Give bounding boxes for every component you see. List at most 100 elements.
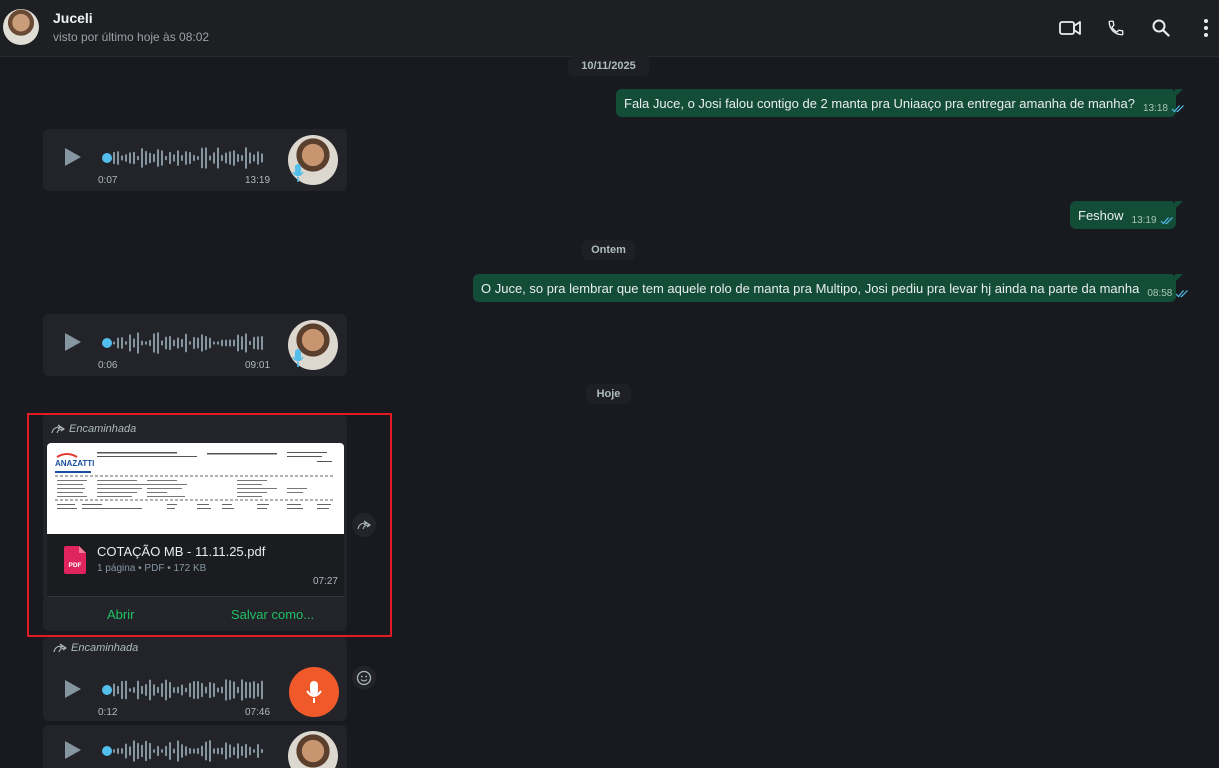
voice-message-button[interactable] — [289, 667, 339, 717]
waveform-bar — [121, 155, 123, 161]
play-icon[interactable] — [61, 739, 83, 761]
microphone-icon — [292, 164, 304, 182]
waveform-bar — [261, 336, 263, 350]
waveform-bar — [169, 741, 171, 761]
waveform-bar — [125, 680, 127, 700]
contact-avatar[interactable] — [3, 9, 39, 45]
waveform-bar — [129, 152, 131, 164]
waveform-bar — [213, 748, 215, 754]
play-icon[interactable] — [61, 146, 83, 168]
waveform-bar — [225, 742, 227, 760]
waveform-bar — [121, 680, 123, 700]
waveform-bar — [181, 154, 183, 162]
date-separator: Ontem — [582, 240, 635, 260]
audio-progress-handle[interactable] — [102, 338, 112, 348]
waveform-bar — [229, 744, 231, 758]
waveform[interactable] — [113, 739, 265, 763]
incoming-audio-message[interactable]: 0:06 09:01 — [43, 314, 347, 376]
search-icon[interactable] — [1149, 16, 1173, 40]
waveform-bar — [129, 688, 131, 692]
more-options-icon[interactable] — [1194, 16, 1218, 40]
waveform-bar — [189, 682, 191, 698]
waveform-bar — [257, 744, 259, 758]
waveform-bar — [145, 740, 147, 762]
waveform-bar — [201, 334, 203, 352]
waveform-bar — [145, 341, 147, 345]
waveform-bar — [117, 747, 119, 755]
waveform-bar — [141, 148, 143, 168]
waveform-bar — [205, 741, 207, 761]
waveform-bar — [213, 152, 215, 164]
waveform-bar — [129, 334, 131, 352]
message-time: 13:18 — [1142, 102, 1168, 114]
waveform-bar — [177, 337, 179, 349]
emoji-icon — [356, 670, 372, 686]
waveform-bar — [249, 682, 251, 698]
waveform-bar — [133, 338, 135, 348]
waveform-bar — [241, 679, 243, 701]
waveform-bar — [169, 151, 171, 165]
waveform-bar — [253, 336, 255, 350]
waveform-bar — [237, 686, 239, 694]
waveform-bar — [141, 744, 143, 758]
play-icon[interactable] — [61, 331, 83, 353]
date-separator: 10/11/2025 — [568, 56, 649, 76]
waveform-bar — [165, 745, 167, 757]
waveform-bar — [249, 340, 251, 346]
outgoing-message[interactable]: Fala Juce, o Josi falou contigo de 2 man… — [616, 89, 1184, 117]
outgoing-message[interactable]: Feshow 13:19 — [1070, 201, 1183, 229]
chat-header: Juceli visto por último hoje às 08:02 — [0, 0, 1219, 57]
waveform-bar — [113, 749, 115, 753]
waveform-bar — [137, 680, 139, 700]
waveform-bar — [257, 336, 259, 350]
waveform-bar — [229, 680, 231, 700]
video-call-icon[interactable] — [1058, 16, 1082, 40]
waveform-bar — [145, 150, 147, 166]
play-icon[interactable] — [61, 678, 83, 700]
waveform-bar — [253, 749, 255, 753]
waveform-bar — [225, 679, 227, 701]
waveform-bar — [169, 335, 171, 351]
waveform-bar — [209, 337, 211, 349]
emoji-reaction-button[interactable] — [352, 666, 376, 690]
waveform[interactable] — [113, 146, 265, 170]
audio-progress-handle[interactable] — [102, 153, 112, 163]
waveform-bar — [113, 151, 115, 165]
waveform[interactable] — [113, 331, 265, 355]
waveform-bar — [161, 749, 163, 753]
waveform-bar — [253, 681, 255, 699]
waveform-bar — [229, 151, 231, 165]
waveform-bar — [221, 339, 223, 347]
forwarded-label: Encaminhada — [53, 642, 138, 654]
waveform-bar — [237, 153, 239, 163]
waveform-bar — [193, 336, 195, 350]
waveform-bar — [197, 680, 199, 700]
audio-progress-handle[interactable] — [102, 685, 112, 695]
waveform-bar — [261, 680, 263, 700]
waveform-bar — [241, 336, 243, 350]
waveform-bar — [209, 740, 211, 762]
contact-name[interactable]: Juceli — [53, 10, 93, 26]
waveform-bar — [141, 340, 143, 346]
waveform-bar — [161, 340, 163, 346]
waveform-bar — [221, 686, 223, 694]
waveform-bar — [185, 151, 187, 165]
voice-call-icon[interactable] — [1104, 16, 1128, 40]
waveform-bar — [157, 686, 159, 694]
waveform[interactable] — [113, 678, 265, 702]
waveform-bar — [193, 680, 195, 700]
incoming-audio-message[interactable]: 0:07 13:19 — [43, 129, 347, 191]
waveform-bar — [225, 152, 227, 164]
waveform-bar — [257, 151, 259, 165]
waveform-bar — [153, 333, 155, 353]
waveform-bar — [221, 154, 223, 162]
waveform-bar — [157, 332, 159, 354]
audio-progress-handle[interactable] — [102, 746, 112, 756]
waveform-bar — [261, 748, 263, 754]
waveform-bar — [233, 746, 235, 756]
waveform-bar — [129, 746, 131, 756]
message-text: Fala Juce, o Josi falou contigo de 2 man… — [624, 95, 1135, 111]
waveform-bar — [121, 748, 123, 754]
incoming-audio-message[interactable] — [43, 725, 347, 768]
outgoing-message[interactable]: O Juce, so pra lembrar que tem aquele ro… — [473, 274, 1189, 302]
